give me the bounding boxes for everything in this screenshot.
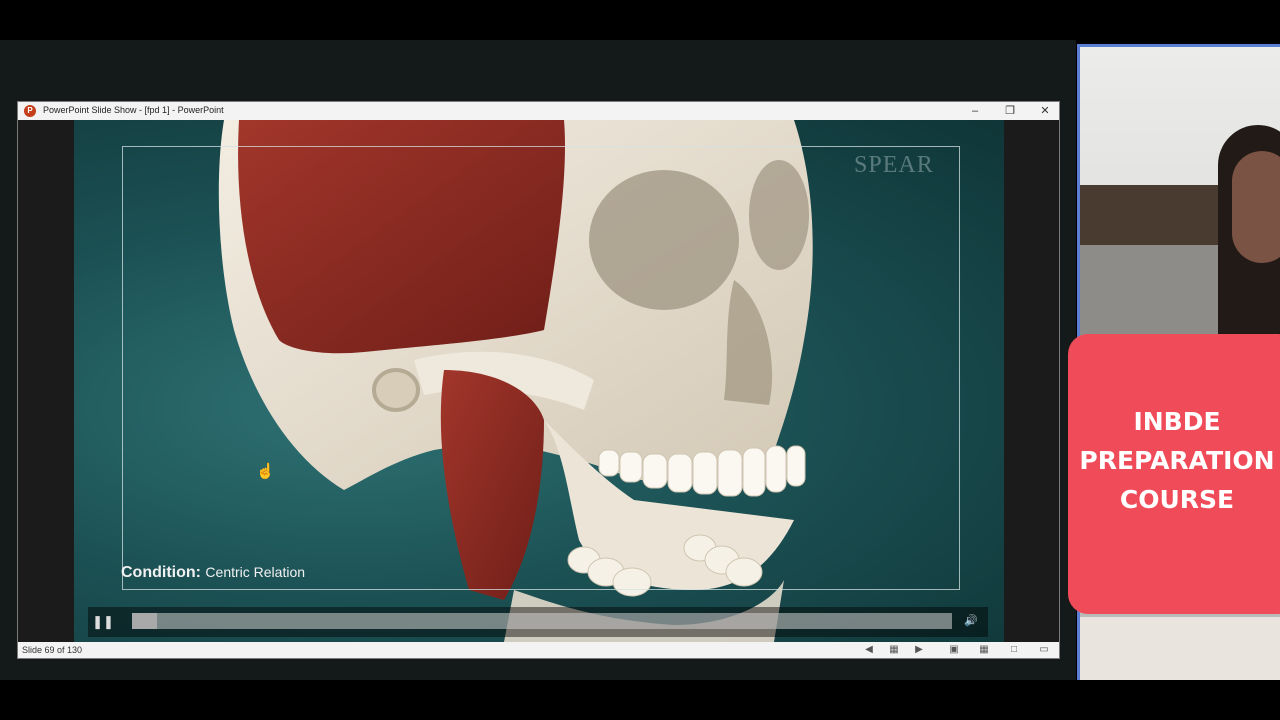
presenter-face [1232, 151, 1280, 263]
course-title: INBDE PREPARATION COURSE [1068, 402, 1280, 519]
course-title-line: INBDE [1133, 407, 1221, 436]
condition-value: Centric Relation [205, 564, 306, 580]
slide-show-icon[interactable]: ▭ [1036, 643, 1052, 657]
restore-icon[interactable]: ❐ [998, 103, 1022, 119]
condition-label: Condition: [121, 564, 201, 581]
next-slide-icon[interactable]: ▶ [911, 643, 927, 657]
pause-icon[interactable]: ❚❚ [92, 611, 114, 633]
letterbox-top [0, 0, 1280, 40]
slide-menu-icon[interactable]: ▦ [886, 643, 902, 657]
previous-slide-icon[interactable]: ◀ [861, 643, 877, 657]
powerpoint-window: P PowerPoint Slide Show - [fpd 1] - Powe… [17, 101, 1060, 659]
title-bar[interactable]: P PowerPoint Slide Show - [fpd 1] - Powe… [18, 102, 1059, 120]
course-title-line: COURSE [1119, 485, 1235, 514]
hand-cursor-icon: ☝ [256, 463, 275, 480]
powerpoint-icon: P [24, 105, 36, 117]
course-title-line: PREPARATION [1079, 446, 1275, 475]
volume-icon[interactable]: 🔊 [964, 614, 978, 627]
window-title: PowerPoint Slide Show - [fpd 1] - PowerP… [43, 105, 224, 115]
video-progress-bar[interactable] [132, 613, 952, 629]
close-icon[interactable]: ✕ [1033, 103, 1057, 119]
slide-stage[interactable]: SPEAR Condition: Centric Relation ☝ [74, 120, 1004, 642]
course-banner: INBDE PREPARATION COURSE [1068, 334, 1280, 614]
video-controls: ❚❚ 🔊 [88, 607, 988, 637]
video-progress-fill [132, 613, 157, 629]
minimize-icon[interactable]: – [963, 103, 987, 119]
condition-caption: Condition: Centric Relation [121, 564, 305, 582]
slide-frame [122, 146, 960, 590]
slide-sorter-icon[interactable]: ▦ [976, 643, 992, 657]
status-bar: Slide 69 of 130 ◀ ▦ ▶ ▣ ▦ □ ▭ [18, 642, 1059, 658]
slide-counter: Slide 69 of 130 [22, 645, 83, 655]
webcam-lower-area [1080, 617, 1280, 680]
normal-view-icon[interactable]: ▣ [946, 643, 962, 657]
spear-watermark: SPEAR [854, 152, 934, 178]
reading-view-icon[interactable]: □ [1006, 643, 1022, 657]
letterbox-bottom [0, 680, 1280, 720]
